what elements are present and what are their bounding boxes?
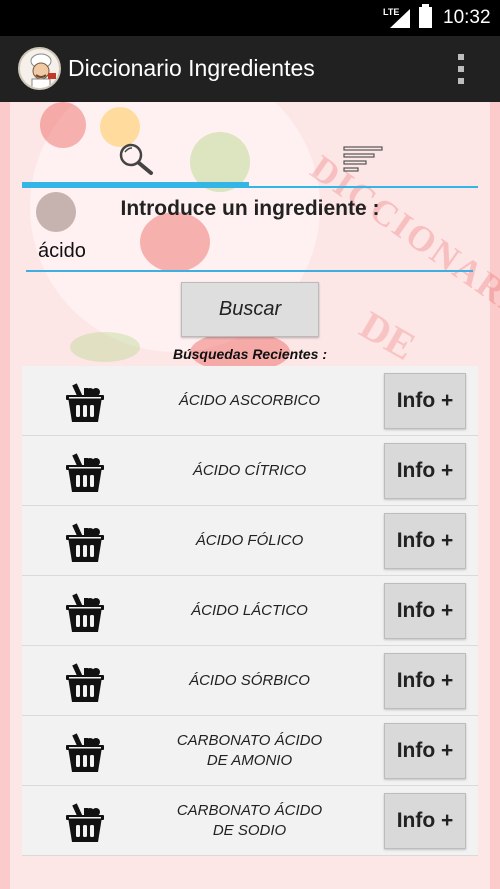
recent-searches-list: ÁCIDO ASCORBICO Info + ÁCIDO CÍTRICO Inf… xyxy=(22,366,478,856)
ingredient-name: CARBONATO ÁCIDO DE AMONIO xyxy=(176,732,323,769)
list-icon xyxy=(343,146,383,172)
list-item[interactable]: ÁCIDO LÁCTICO Info + xyxy=(22,576,478,646)
tab-search[interactable] xyxy=(22,132,249,188)
shopping-basket-icon xyxy=(66,593,104,632)
info-button[interactable]: Info + xyxy=(384,653,466,709)
list-item[interactable]: ÁCIDO CÍTRICO Info + xyxy=(22,436,478,506)
list-item[interactable]: ÁCIDO ASCORBICO Info + xyxy=(22,366,478,436)
search-icon xyxy=(119,143,153,175)
app-bar: Diccionario Ingredientes xyxy=(0,36,500,102)
main-content: DICCIONARIO DE Introduce un ingrediente … xyxy=(0,102,500,889)
shopping-basket-icon xyxy=(66,733,104,772)
ingredient-name: ÁCIDO CÍTRICO xyxy=(192,462,307,479)
list-item[interactable]: CARBONATO ÁCIDO DE SODIO Info + xyxy=(22,786,478,856)
signal-icon xyxy=(390,9,410,28)
shopping-basket-icon xyxy=(66,803,104,842)
status-bar: LTE 10:32 xyxy=(0,0,500,36)
info-button[interactable]: Info + xyxy=(384,513,466,569)
info-button[interactable]: Info + xyxy=(384,723,466,779)
info-button[interactable]: Info + xyxy=(384,583,466,639)
app-title: Diccionario Ingredientes xyxy=(68,55,315,81)
info-button[interactable]: Info + xyxy=(384,443,466,499)
ingredient-search-input[interactable] xyxy=(26,232,473,272)
info-button[interactable]: Info + xyxy=(384,373,466,429)
battery-icon xyxy=(419,4,432,28)
clock: 10:32 xyxy=(443,7,491,28)
shopping-basket-icon xyxy=(66,383,104,422)
list-item[interactable]: ÁCIDO FÓLICO Info + xyxy=(22,506,478,576)
recent-searches-label: Búsquedas Recientes : xyxy=(172,346,328,362)
tab-list[interactable] xyxy=(249,132,478,188)
shopping-basket-icon xyxy=(66,663,104,702)
ingredient-name: ÁCIDO ASCORBICO xyxy=(178,392,321,409)
search-prompt: Introduce un ingrediente : xyxy=(120,197,380,220)
info-button[interactable]: Info + xyxy=(384,793,466,849)
chef-logo-icon[interactable] xyxy=(18,47,61,90)
tab-indicator-active xyxy=(22,182,249,188)
ingredient-name: ÁCIDO SÓRBICO xyxy=(189,672,310,689)
search-button[interactable]: Buscar xyxy=(181,282,319,337)
shopping-basket-icon xyxy=(66,523,104,562)
ingredient-name: CARBONATO ÁCIDO DE SODIO xyxy=(176,802,323,839)
tab-indicator xyxy=(249,186,478,188)
list-item[interactable]: CARBONATO ÁCIDO DE AMONIO Info + xyxy=(22,716,478,786)
ingredient-name: ÁCIDO LÁCTICO xyxy=(191,602,308,619)
overflow-menu-icon[interactable] xyxy=(451,52,471,86)
ingredient-name: ÁCIDO FÓLICO xyxy=(195,532,304,549)
list-item[interactable]: ÁCIDO SÓRBICO Info + xyxy=(22,646,478,716)
shopping-basket-icon xyxy=(66,453,104,492)
